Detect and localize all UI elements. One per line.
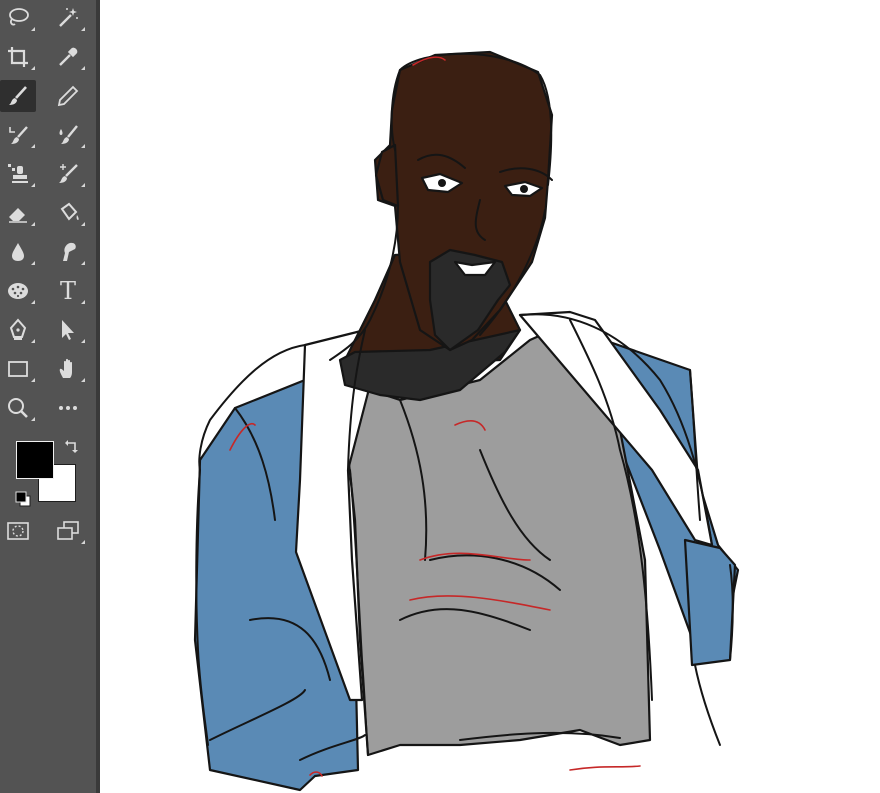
flyout-indicator	[81, 378, 85, 382]
smudge-tool[interactable]	[50, 236, 86, 268]
healing-brush-tool[interactable]	[50, 158, 86, 190]
stamp-icon	[8, 164, 28, 183]
blur-tool[interactable]	[0, 236, 36, 268]
quick-mask-mode[interactable]	[0, 515, 36, 547]
artwork	[193, 50, 740, 792]
mixer-brush-tool[interactable]	[50, 119, 86, 151]
pen-tool[interactable]	[0, 314, 36, 346]
flyout-indicator	[31, 417, 35, 421]
magic-wand-tool[interactable]	[50, 2, 86, 34]
pupil-left	[438, 179, 446, 187]
foreground-color-swatch[interactable]	[16, 441, 54, 479]
pen-nib-icon	[9, 318, 27, 340]
lasso-icon	[9, 8, 29, 26]
healing-brush-icon	[59, 164, 78, 183]
arrow-cursor-icon	[62, 320, 74, 340]
flyout-indicator	[31, 222, 35, 226]
flyout-indicator	[81, 261, 85, 265]
flyout-indicator	[31, 339, 35, 343]
eraser-tool[interactable]	[0, 197, 36, 229]
flyout-indicator	[81, 183, 85, 187]
flyout-indicator	[31, 66, 35, 70]
rectangle-icon	[8, 361, 28, 377]
sponge-icon	[8, 283, 28, 299]
swap-colors-icon[interactable]	[64, 438, 80, 454]
document-canvas[interactable]	[100, 0, 880, 793]
flyout-indicator	[81, 66, 85, 70]
pencil-tool[interactable]	[50, 80, 86, 112]
type-tool[interactable]: T	[50, 275, 86, 307]
type-icon: T	[59, 277, 76, 305]
magic-wand-icon	[59, 8, 78, 27]
droplet-icon	[12, 243, 24, 261]
default-colors-icon[interactable]	[14, 490, 32, 508]
sponge-tool[interactable]	[0, 275, 36, 307]
paint-bucket-tool[interactable]	[50, 197, 86, 229]
eyedropper-tool[interactable]	[50, 41, 86, 73]
brush-tool[interactable]	[0, 80, 36, 112]
hand-tool[interactable]	[50, 353, 86, 385]
eyedropper-icon	[59, 47, 78, 66]
flyout-indicator	[31, 300, 35, 304]
smudge-finger-icon	[63, 242, 76, 261]
path-selection-tool[interactable]	[50, 314, 86, 346]
lasso-tool[interactable]	[0, 2, 36, 34]
quick-mask-icon	[7, 522, 29, 540]
history-brush-icon	[9, 126, 28, 144]
flyout-indicator	[81, 339, 85, 343]
rectangle-tool[interactable]	[0, 353, 36, 385]
ellipsis-icon	[59, 406, 77, 410]
crop-tool[interactable]	[0, 41, 36, 73]
flyout-indicator	[31, 144, 35, 148]
flyout-indicator	[31, 261, 35, 265]
flyout-indicator	[81, 27, 85, 31]
crop-icon	[8, 47, 28, 67]
magnifier-icon	[8, 398, 28, 418]
pupil-right	[520, 185, 528, 193]
screen-mode[interactable]	[50, 515, 86, 547]
flyout-indicator	[31, 378, 35, 382]
flyout-indicator	[81, 300, 85, 304]
pencil-icon	[57, 85, 79, 107]
mixer-brush-icon	[59, 125, 78, 144]
flyout-indicator	[81, 222, 85, 226]
screen-mode-icon	[57, 521, 79, 540]
flyout-indicator	[31, 183, 35, 187]
history-brush-tool[interactable]	[0, 119, 36, 151]
brush-icon	[9, 86, 27, 105]
flyout-indicator	[81, 144, 85, 148]
clone-stamp-tool[interactable]	[0, 158, 36, 190]
flyout-indicator	[81, 540, 85, 544]
hand-icon	[59, 358, 72, 378]
tools-panel: T	[0, 0, 96, 793]
jacket-right-sleeve	[683, 538, 737, 667]
flyout-indicator	[31, 27, 35, 31]
zoom-tool[interactable]	[0, 392, 36, 424]
paint-bucket-icon	[60, 202, 79, 221]
eraser-icon	[9, 208, 27, 223]
more-tools[interactable]	[50, 392, 86, 424]
